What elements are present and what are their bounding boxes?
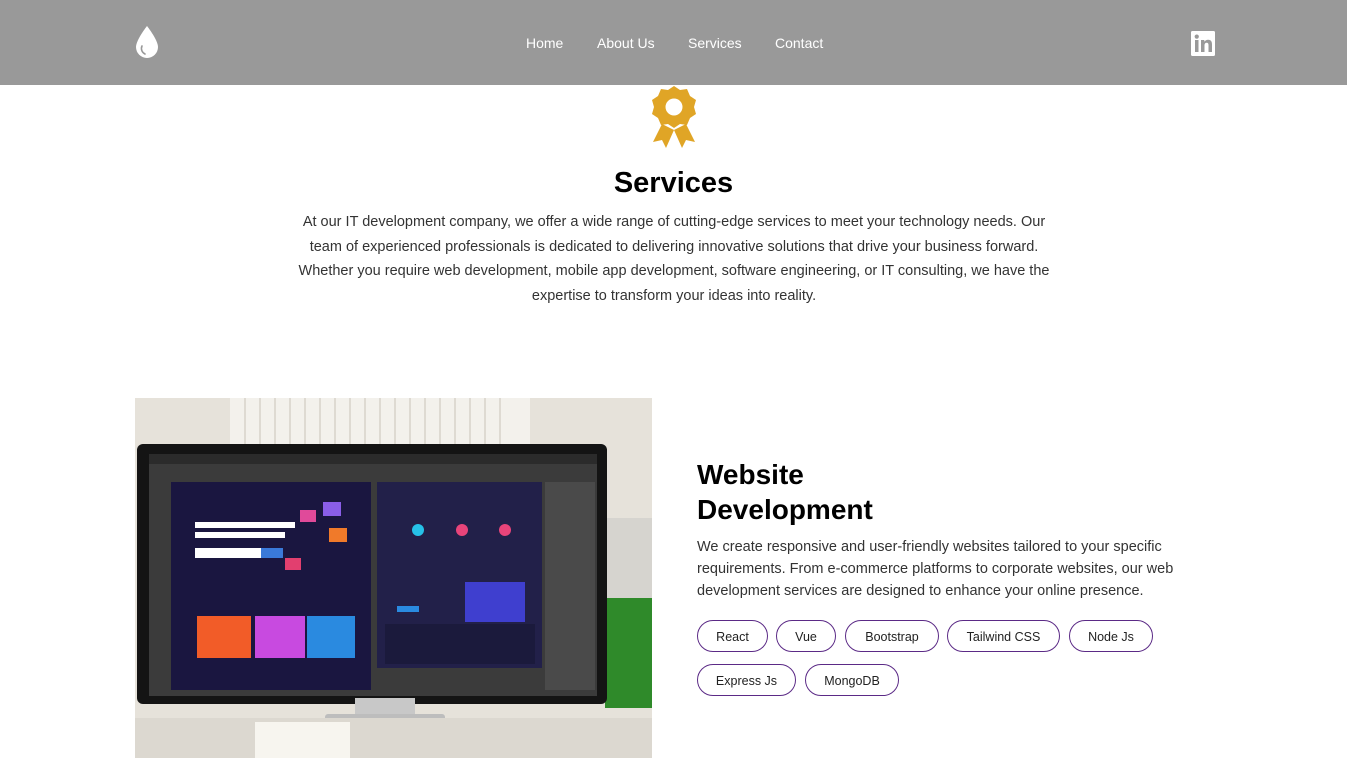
nav-about-link[interactable]: About Us [597,34,655,52]
section-title: Services [613,167,734,199]
nav-contact-link[interactable]: Contact [775,34,823,52]
tech-tag: MongoDB [805,664,899,696]
service-image [135,398,652,758]
main-nav: Home About Us Services Contact [0,0,1347,85]
tech-tag: Bootstrap [845,620,939,652]
nav-home-link[interactable]: Home [526,34,563,52]
service-title: Website Development [697,459,873,525]
tech-tag: React [697,620,768,652]
linkedin-icon[interactable] [1191,31,1215,56]
nav-services-link[interactable]: Services [688,34,742,52]
service-description: We create responsive and user-friendly w… [697,539,1174,599]
award-badge-icon [652,86,696,148]
site-header: Home About Us Services Contact [0,0,1347,85]
section-intro-text: At our IT development company, we offer … [298,214,1050,304]
tech-tag: Tailwind CSS [947,620,1060,652]
tech-tag: Vue [776,620,836,652]
tech-tag: Express Js [697,664,796,696]
tech-tag: Node Js [1069,620,1153,652]
